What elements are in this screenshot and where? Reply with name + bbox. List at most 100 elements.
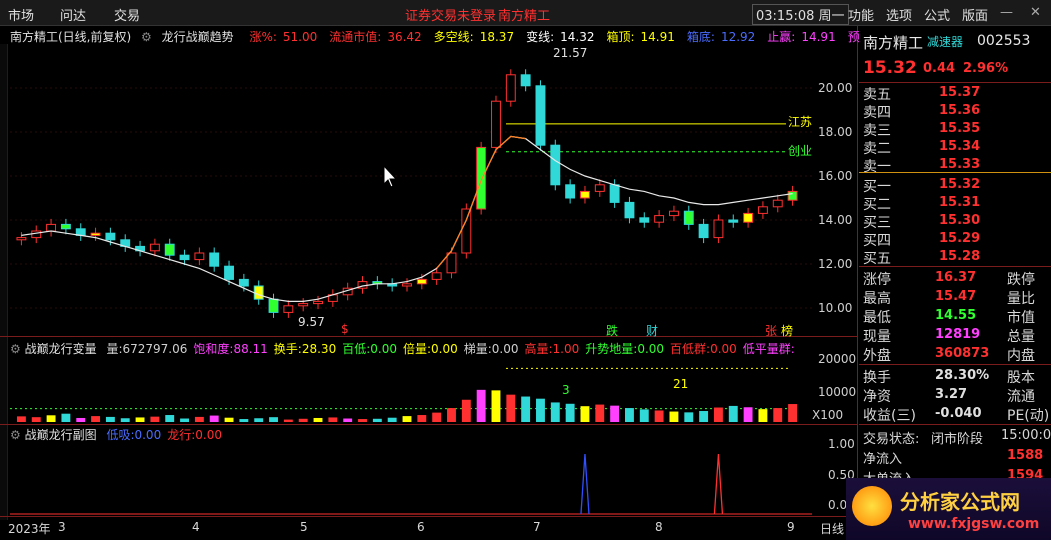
quote-change: 0.44 <box>923 61 956 76</box>
stat-label: 跌停 <box>1007 272 1035 288</box>
vol-ytick: X100 <box>812 408 844 422</box>
menu-trade[interactable]: 交易 <box>114 5 140 24</box>
ask-price[interactable]: 15.34 <box>939 139 980 154</box>
volume-panel-header: ⚙ 战巅龙行变量 量:672797.06 饱和度:88.11 换手:28.30 百低:… <box>10 340 795 357</box>
ask-price[interactable]: 15.33 <box>939 157 980 172</box>
watermark-logo: 分析家公式网 www.fxjgsw.com <box>846 478 1051 540</box>
candle-body <box>787 190 798 201</box>
gear-icon[interactable]: ⚙ <box>10 428 21 442</box>
gear-icon[interactable]: ⚙ <box>10 342 21 356</box>
low-price-label: 9.57 <box>298 315 325 329</box>
stat-label: 收益(三) <box>863 408 916 424</box>
candle-body <box>446 252 457 274</box>
watermark-cn: 分析家公式网 <box>900 490 1020 514</box>
volume-bar <box>669 411 679 422</box>
vol-stat-value: 672797.06 <box>122 342 188 356</box>
volume-bar <box>728 405 738 422</box>
price-ytick: 14.00 <box>818 213 853 227</box>
xaxis-label: 9 <box>787 520 795 534</box>
volume-bar <box>16 416 26 422</box>
sub-stat-value: 0.00 <box>134 428 162 442</box>
sub-stat-label: 低吸: <box>106 428 135 442</box>
ask-bid-divider <box>859 172 1051 173</box>
volume-bar <box>699 411 709 422</box>
volume-bar <box>550 402 560 422</box>
stat-value: 12819 <box>935 327 981 342</box>
xaxis-label: 2023年 <box>8 522 51 536</box>
candle-body <box>698 223 709 239</box>
menu-formula[interactable]: 公式 <box>924 5 950 24</box>
sub-panel-header: ⚙ 战巅龙行副图 低吸:0.00 龙行:0.00 <box>10 426 222 443</box>
menu-function[interactable]: 功能 <box>848 5 874 24</box>
candle-body <box>639 217 650 223</box>
candle-body <box>179 254 190 261</box>
sub-panel-title[interactable]: 战巅龙行副图 <box>25 428 97 442</box>
candle-body <box>491 100 501 148</box>
candle-body <box>105 232 116 241</box>
chart-svg[interactable] <box>0 26 858 520</box>
volume-bar <box>506 394 516 422</box>
candle-body <box>728 219 739 223</box>
vol-stat-label: 换手: <box>273 342 302 356</box>
vol-stat-value: 0.00 <box>491 342 519 356</box>
trade-login-warning[interactable]: 证券交易未登录 <box>405 5 496 24</box>
vol-stat-label: 饱和度: <box>193 342 234 356</box>
volume-stats: 量:672797.06 饱和度:88.11 换手:28.30 百低:0.00 倍量:0.… <box>100 342 794 356</box>
menu-market[interactable]: 市场 <box>8 5 34 24</box>
quote-change-pct: 2.96% <box>963 61 1009 76</box>
ask-price[interactable]: 15.35 <box>939 121 980 136</box>
sub-stat-label: 龙行: <box>167 428 196 442</box>
close-icon[interactable]: ✕ <box>1030 5 1041 20</box>
candle-body <box>313 300 323 305</box>
ask-price[interactable]: 15.37 <box>939 85 980 100</box>
stat-label: 外盘 <box>863 348 891 364</box>
vol-stat-value: 0.00 <box>370 342 397 356</box>
vol-stat-label: 低平量群: <box>742 342 795 356</box>
menu-wenda[interactable]: 问达 <box>60 5 86 24</box>
bid-price[interactable]: 15.30 <box>939 213 980 228</box>
candle-body <box>253 285 264 300</box>
vol-marker-3: 3 <box>562 383 570 397</box>
bid-price[interactable]: 15.32 <box>939 177 980 192</box>
candle-body <box>476 146 487 210</box>
bid-price[interactable]: 15.28 <box>939 249 980 264</box>
xaxis-label: 7 <box>533 520 541 534</box>
candle-body <box>268 298 279 313</box>
candle-body <box>505 74 516 102</box>
stat-value: 28.30% <box>935 368 990 383</box>
quote-sector-badge[interactable]: 减速器 <box>927 33 963 50</box>
ask-price[interactable]: 15.36 <box>939 103 980 118</box>
stat-label: 最低 <box>863 310 891 326</box>
volume-bar <box>565 403 575 422</box>
minimize-icon[interactable]: — <box>1000 5 1013 20</box>
volume-bar <box>773 408 783 422</box>
candle-body <box>713 219 724 239</box>
bid-price[interactable]: 15.29 <box>939 231 980 246</box>
candle-body <box>520 74 531 87</box>
volume-panel-title[interactable]: 战巅龙行变量 <box>25 342 97 356</box>
xaxis-period-label: 日线 <box>820 522 845 536</box>
volume-bar <box>358 419 367 422</box>
candle-body <box>668 210 679 217</box>
sub-ytick: 1.00 <box>828 437 855 451</box>
vol-stat-label: 升势地量: <box>585 342 638 356</box>
flow-label: 净流入 <box>863 452 903 467</box>
volume-bar <box>521 396 531 422</box>
candle-body <box>609 184 620 203</box>
quote-price: 15.32 <box>863 58 917 78</box>
stat-label: 量比 <box>1007 291 1035 307</box>
sub-stat-value: 0.00 <box>195 428 222 442</box>
stat-value: -0.040 <box>935 406 982 421</box>
menu-layout[interactable]: 版面 <box>962 5 988 24</box>
xaxis-label: 8 <box>655 520 663 534</box>
menu-options[interactable]: 选项 <box>886 5 912 24</box>
menubar-stock-name: 南方精工 <box>498 9 551 24</box>
candle-body <box>194 252 205 261</box>
bid-label: 买四 <box>863 233 891 249</box>
volume-bar <box>61 413 71 422</box>
stat-value: 16.37 <box>935 270 977 285</box>
candle-body <box>298 303 309 307</box>
stat-label: 涨停 <box>863 272 891 288</box>
bid-price[interactable]: 15.31 <box>939 195 980 210</box>
moving-average-line <box>21 135 793 302</box>
